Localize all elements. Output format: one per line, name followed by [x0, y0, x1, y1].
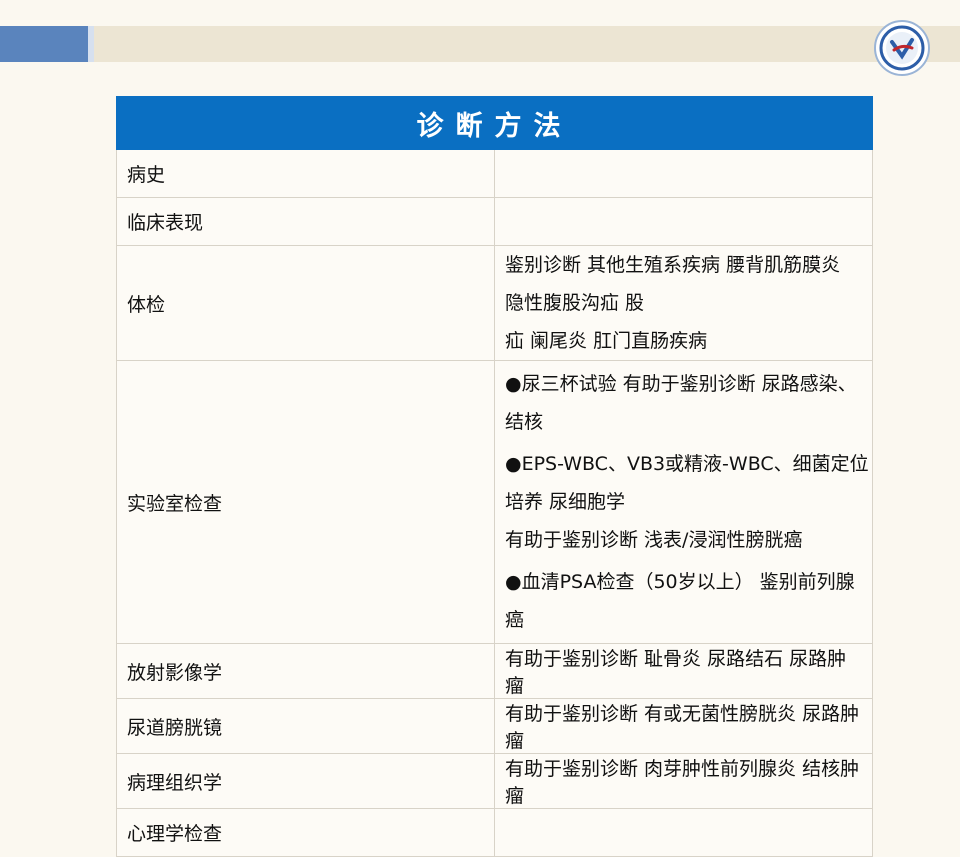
- table-row: 体检 鉴别诊断 其他生殖系疾病 腰背肌筋膜炎 隐性腹股沟疝 股 疝 阑尾炎 肛门…: [116, 245, 873, 361]
- table-row: 心理学检查: [116, 808, 873, 857]
- table-row: 病史: [116, 149, 873, 198]
- row-category: 体检: [116, 245, 495, 361]
- row-category: 心理学检查: [116, 808, 495, 857]
- detail-line: ●血清PSA检查（50岁以上） 鉴别前列腺癌: [505, 571, 855, 631]
- row-category: 尿道膀胱镜: [116, 698, 495, 754]
- table-row: 尿道膀胱镜 有助于鉴别诊断 有或无菌性膀胱炎 尿路肿瘤: [116, 698, 873, 754]
- table-title: 诊断方法: [116, 96, 873, 150]
- row-category: 病史: [116, 149, 495, 198]
- row-detail: [494, 149, 873, 198]
- university-logo-icon: [874, 20, 930, 76]
- table-row: 病理组织学 有助于鉴别诊断 肉芽肿性前列腺炎 结核肿瘤: [116, 753, 873, 809]
- detail-line: 鉴别诊断 其他生殖系疾病 腰背肌筋膜炎 隐性腹股沟疝 股: [505, 254, 841, 314]
- row-detail: [494, 808, 873, 857]
- row-category: 病理组织学: [116, 753, 495, 809]
- row-category: 临床表现: [116, 197, 495, 246]
- detail-line: ●EPS-WBC、VB3或精液-WBC、细菌定位培养 尿细胞学: [505, 453, 869, 513]
- table-row: 实验室检查 ●尿三杯试验 有助于鉴别诊断 尿路感染、结核 ●EPS-WBC、VB…: [116, 360, 873, 644]
- row-category: 放射影像学: [116, 643, 495, 699]
- diagnosis-methods-table: 诊断方法 病史 临床表现 体检 鉴别诊断 其他生殖系疾病 腰背肌筋膜炎 隐性腹股…: [116, 96, 873, 857]
- table-row: 临床表现: [116, 197, 873, 246]
- row-detail: ●尿三杯试验 有助于鉴别诊断 尿路感染、结核 ●EPS-WBC、VB3或精液-W…: [494, 360, 873, 644]
- row-category: 实验室检查: [116, 360, 495, 644]
- row-detail: 鉴别诊断 其他生殖系疾病 腰背肌筋膜炎 隐性腹股沟疝 股 疝 阑尾炎 肛门直肠疾…: [494, 245, 873, 361]
- row-detail: [494, 197, 873, 246]
- detail-line: ●尿三杯试验 有助于鉴别诊断 尿路感染、结核: [505, 373, 857, 433]
- detail-line: 疝 阑尾炎 肛门直肠疾病: [505, 330, 708, 352]
- header-band: [0, 26, 960, 62]
- detail-line: 有助于鉴别诊断 浅表/浸润性膀胱癌: [505, 529, 803, 551]
- row-detail: 有助于鉴别诊断 有或无菌性膀胱炎 尿路肿瘤: [494, 698, 873, 754]
- row-detail: 有助于鉴别诊断 耻骨炎 尿路结石 尿路肿瘤: [494, 643, 873, 699]
- diagnosis-table-container: 诊断方法 病史 临床表现 体检 鉴别诊断 其他生殖系疾病 腰背肌筋膜炎 隐性腹股…: [116, 96, 873, 857]
- row-detail: 有助于鉴别诊断 肉芽肿性前列腺炎 结核肿瘤: [494, 753, 873, 809]
- header-accent-block: [0, 26, 88, 62]
- table-row: 放射影像学 有助于鉴别诊断 耻骨炎 尿路结石 尿路肿瘤: [116, 643, 873, 699]
- header-accent-stripe: [88, 26, 94, 62]
